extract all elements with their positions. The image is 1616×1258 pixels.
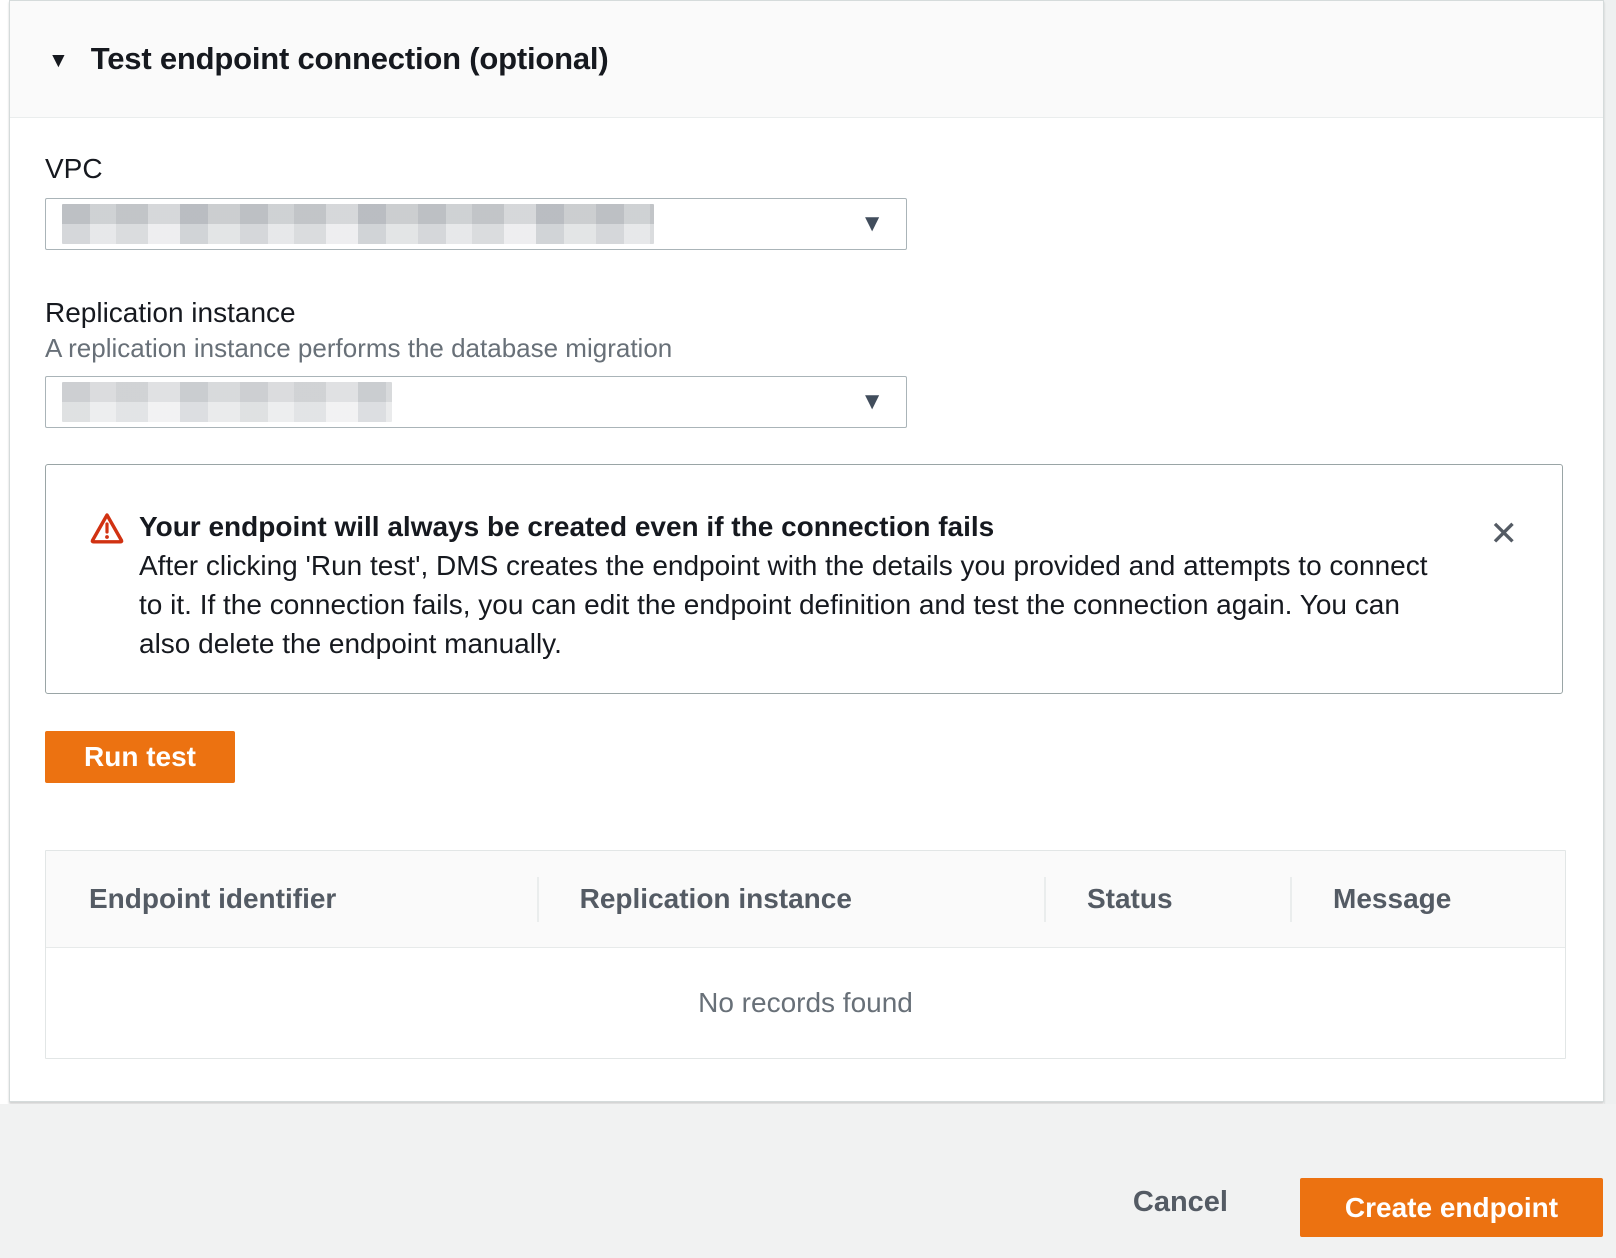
column-header-message: Message: [1290, 851, 1565, 947]
replication-instance-label: Replication instance: [45, 296, 1568, 330]
table-empty-state: No records found: [46, 948, 1565, 1058]
warning-body: After clicking 'Run test', DMS creates t…: [139, 546, 1439, 663]
vpc-select[interactable]: ▼: [45, 198, 907, 250]
chevron-down-icon: ▼: [860, 212, 884, 236]
vpc-field: VPC ▼: [45, 152, 1568, 250]
cancel-button[interactable]: Cancel: [1133, 1186, 1228, 1219]
replication-instance-select[interactable]: ▼: [45, 376, 907, 428]
warning-alert: Your endpoint will always be created eve…: [45, 464, 1563, 694]
replication-instance-field: Replication instance A replication insta…: [45, 296, 1568, 428]
warning-triangle-icon: [90, 512, 124, 693]
page-right-gutter: [1604, 0, 1616, 1258]
section-expander-header[interactable]: ▼ Test endpoint connection (optional): [10, 1, 1603, 118]
warning-text: Your endpoint will always be created eve…: [139, 507, 1439, 693]
section-title: Test endpoint connection (optional): [91, 41, 609, 77]
create-endpoint-button[interactable]: Create endpoint: [1300, 1178, 1603, 1237]
vpc-label: VPC: [45, 152, 1568, 186]
column-header-endpoint-identifier: Endpoint identifier: [46, 851, 537, 947]
test-results-table: Endpoint identifier Replication instance…: [45, 850, 1566, 1059]
warning-title: Your endpoint will always be created eve…: [139, 507, 1439, 546]
run-test-button[interactable]: Run test: [45, 731, 235, 783]
test-endpoint-section-card: ▼ Test endpoint connection (optional) VP…: [9, 0, 1604, 1102]
column-header-status: Status: [1044, 851, 1290, 947]
replication-instance-description: A replication instance performs the data…: [45, 332, 1568, 364]
section-body: VPC ▼ Replication instance A replication…: [10, 118, 1603, 1059]
close-icon[interactable]: ✕: [1490, 517, 1519, 551]
chevron-down-icon: ▼: [860, 390, 884, 414]
table-header-row: Endpoint identifier Replication instance…: [46, 851, 1565, 948]
no-records-message: No records found: [698, 987, 913, 1019]
vpc-redacted-value: [62, 204, 654, 244]
replication-instance-redacted-value: [62, 382, 392, 422]
collapse-triangle-icon: ▼: [48, 50, 69, 71]
column-header-replication-instance: Replication instance: [537, 851, 1044, 947]
